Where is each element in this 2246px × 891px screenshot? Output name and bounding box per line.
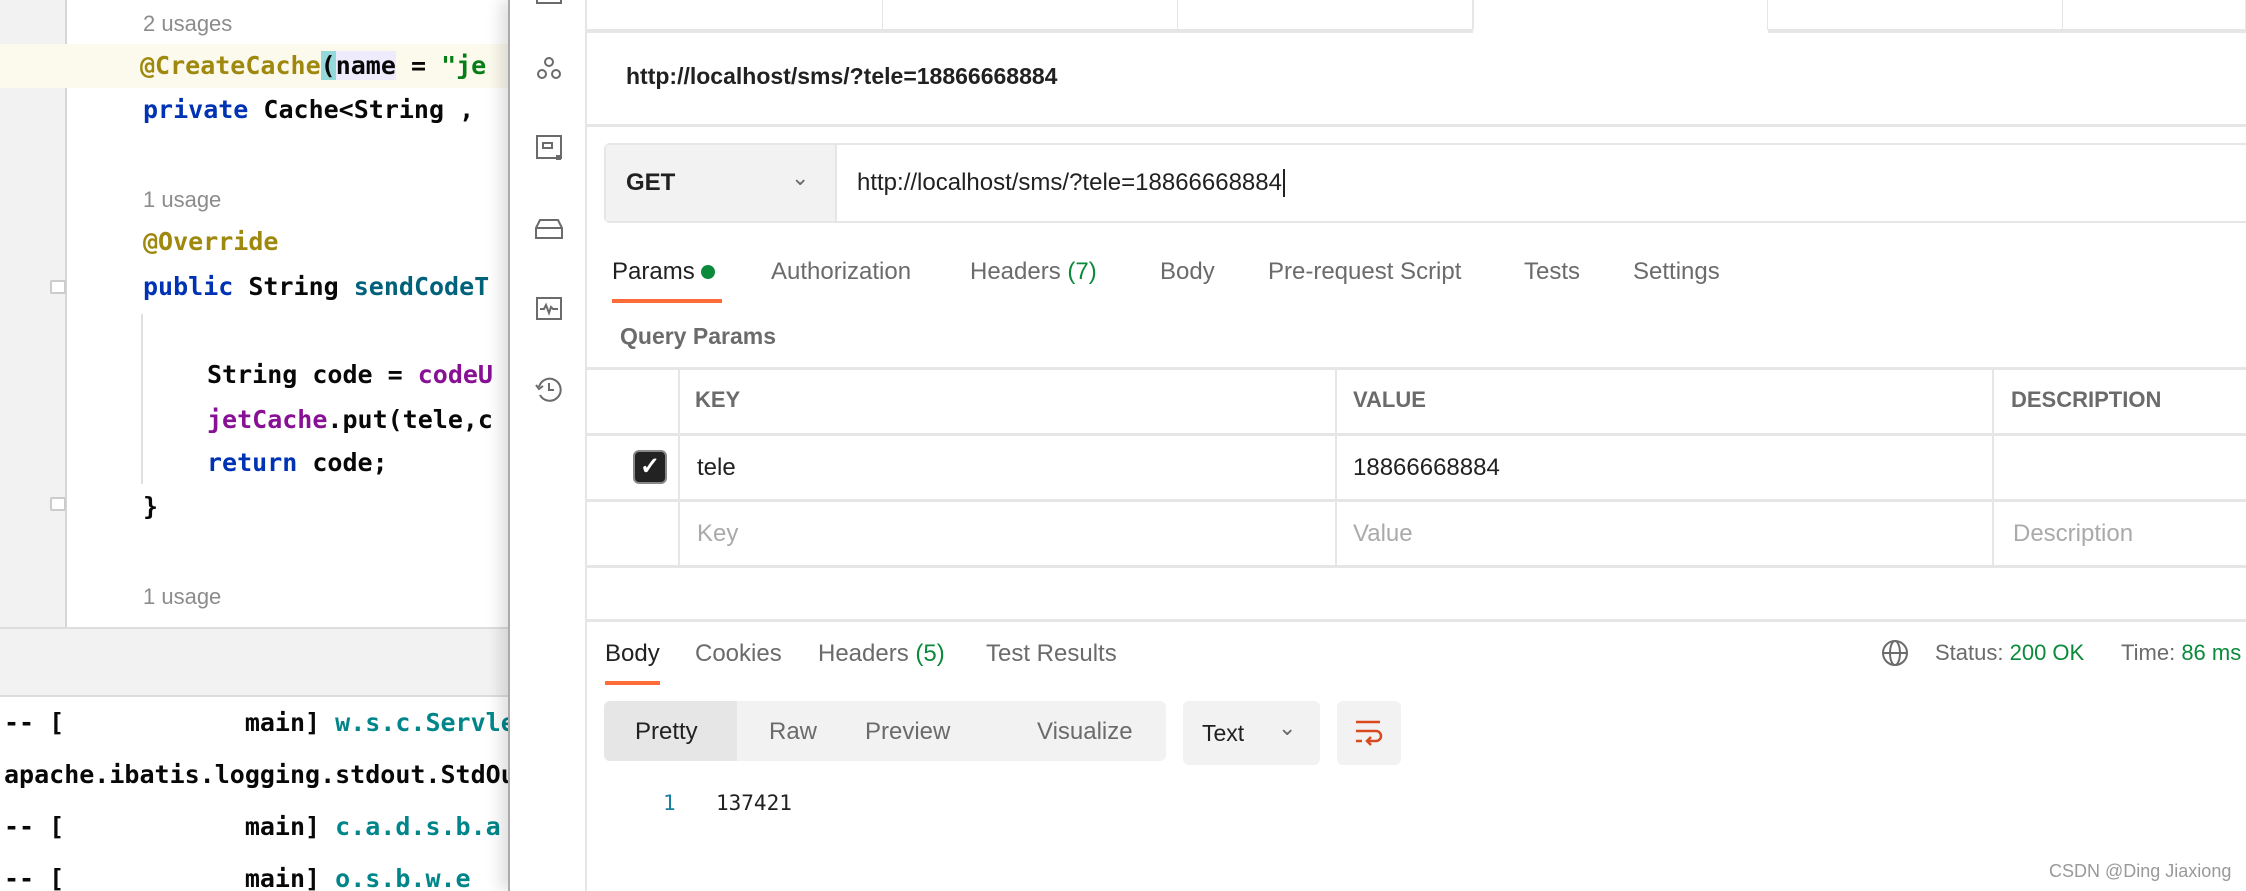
param-key[interactable]: tele (697, 454, 736, 482)
request-tab[interactable] (1178, 0, 1473, 30)
request-tab-active[interactable] (1473, 0, 1768, 30)
console-line: -- [ main] w.s.c.ServletW (4, 708, 508, 737)
code-line: 1 usage (143, 177, 221, 221)
request-tab[interactable] (1768, 0, 2063, 30)
history-icon[interactable] (534, 375, 564, 405)
code-line: 1 usage (143, 574, 221, 618)
console-line: -- [ main] c.a.d.s.b.a (4, 812, 501, 841)
response-tab-cookies[interactable]: Cookies (695, 640, 782, 668)
param-enabled-checkbox[interactable]: ✓ (633, 450, 667, 484)
response-tab-body[interactable]: Body (605, 640, 660, 668)
usages-hint[interactable]: 1 usage (143, 584, 221, 609)
fold-end-icon[interactable] (50, 497, 66, 511)
active-tab-indicator (605, 681, 660, 685)
active-tab-indicator (612, 299, 722, 303)
usages-hint[interactable]: 2 usages (143, 11, 232, 36)
tab-body[interactable]: Body (1160, 258, 1215, 286)
new-key-input[interactable]: Key (697, 520, 738, 548)
run-toolbar (0, 627, 508, 697)
code-line: String code = codeU (207, 360, 493, 389)
view-preview-button[interactable]: Preview (839, 701, 989, 761)
code-line: return code; (207, 448, 388, 477)
view-raw-button[interactable]: Raw (737, 701, 839, 761)
watermark: CSDN @Ding Jiaxiong (2049, 861, 2232, 881)
url-text: http://localhost/sms/?tele=18866668884 (857, 169, 1285, 197)
apis-icon[interactable] (534, 54, 564, 84)
environments-icon[interactable] (534, 214, 564, 244)
collections-icon[interactable] (534, 0, 564, 16)
indent-guide (141, 314, 143, 484)
method-label: GET (626, 169, 676, 196)
divider (587, 124, 2246, 127)
console-line: -- [ main] o.s.b.w.e (4, 864, 471, 891)
new-description-input[interactable]: Description (2013, 520, 2133, 548)
response-tab-headers[interactable]: Headers (5) (818, 640, 945, 668)
code-line: @CreateCache(name = "je (140, 51, 487, 80)
tab-headers[interactable]: Headers (7) (970, 258, 1097, 286)
response-body-text[interactable]: 137421 (716, 791, 792, 815)
view-visualize-button[interactable]: Visualize (989, 701, 1166, 761)
query-params-title: Query Params (620, 323, 776, 349)
view-pretty-button[interactable]: Pretty (604, 701, 737, 761)
usages-hint[interactable]: 1 usage (143, 187, 221, 212)
line-number: 1 (663, 791, 676, 815)
code-editor[interactable]: 2 usages @CreateCache(name = "je private… (0, 0, 508, 627)
code-line: jetCache.put(tele,c (207, 405, 493, 434)
format-select[interactable]: Text ⌄ (1183, 701, 1320, 765)
params-table: KEY VALUE DESCRIPTION ✓ tele 18866668884… (587, 367, 2246, 568)
column-header-description: DESCRIPTION (2011, 387, 2162, 412)
method-select[interactable]: GET ⌄ (606, 145, 837, 221)
column-header-key: KEY (695, 387, 741, 412)
new-value-input[interactable]: Value (1353, 520, 1413, 548)
tab-authorization[interactable]: Authorization (771, 258, 911, 286)
chevron-down-icon: ⌄ (791, 165, 810, 190)
editor-gutter (0, 0, 67, 627)
tab-pre-request-script[interactable]: Pre-request Script (1268, 258, 1461, 286)
code-line: 2 usages (143, 1, 232, 45)
tab-params[interactable]: Params (612, 258, 716, 286)
postman-sidebar (508, 0, 587, 891)
wrap-lines-button[interactable] (1337, 701, 1401, 765)
wrap-icon (1356, 720, 1383, 746)
response-tab-test-results[interactable]: Test Results (986, 640, 1117, 668)
response-time: Time: 86 ms (2121, 640, 2242, 665)
mock-server-icon[interactable] (534, 133, 564, 163)
cache-name-string: "je (441, 51, 487, 80)
request-tab[interactable] (883, 0, 1178, 30)
request-tab[interactable] (587, 0, 883, 30)
chevron-down-icon: ⌄ (1278, 715, 1297, 740)
code-line: private Cache<String , (143, 95, 475, 124)
postman-workspace: http://localhost/sms/?tele=18866668884 G… (587, 0, 2246, 891)
request-name[interactable]: http://localhost/sms/?tele=18866668884 (626, 63, 1057, 90)
globe-icon[interactable] (1880, 638, 1910, 668)
url-input[interactable]: http://localhost/sms/?tele=18866668884 (837, 145, 2246, 221)
column-header-value: VALUE (1353, 387, 1426, 412)
view-mode-group: Pretty Raw Preview Visualize (604, 701, 1166, 761)
fold-icon[interactable] (50, 280, 66, 294)
code-line: @Override (143, 227, 279, 256)
response-divider[interactable] (587, 619, 2246, 622)
tab-settings[interactable]: Settings (1633, 258, 1720, 286)
params-active-dot (701, 265, 716, 279)
monitor-icon[interactable] (534, 294, 564, 324)
url-bar: GET ⌄ http://localhost/sms/?tele=1886666… (604, 143, 2246, 223)
console-output[interactable]: -- [ main] w.s.c.ServletW apache.ibatis.… (0, 697, 508, 891)
code-line: } (143, 492, 159, 521)
request-tab[interactable] (2063, 0, 2246, 30)
code-line: public String sendCodeT (143, 272, 490, 301)
response-status: Status: 200 OK (1935, 640, 2085, 665)
tab-tests[interactable]: Tests (1524, 258, 1580, 286)
console-line: apache.ibatis.logging.stdout.StdOut (4, 760, 508, 789)
param-value[interactable]: 18866668884 (1353, 454, 1500, 482)
